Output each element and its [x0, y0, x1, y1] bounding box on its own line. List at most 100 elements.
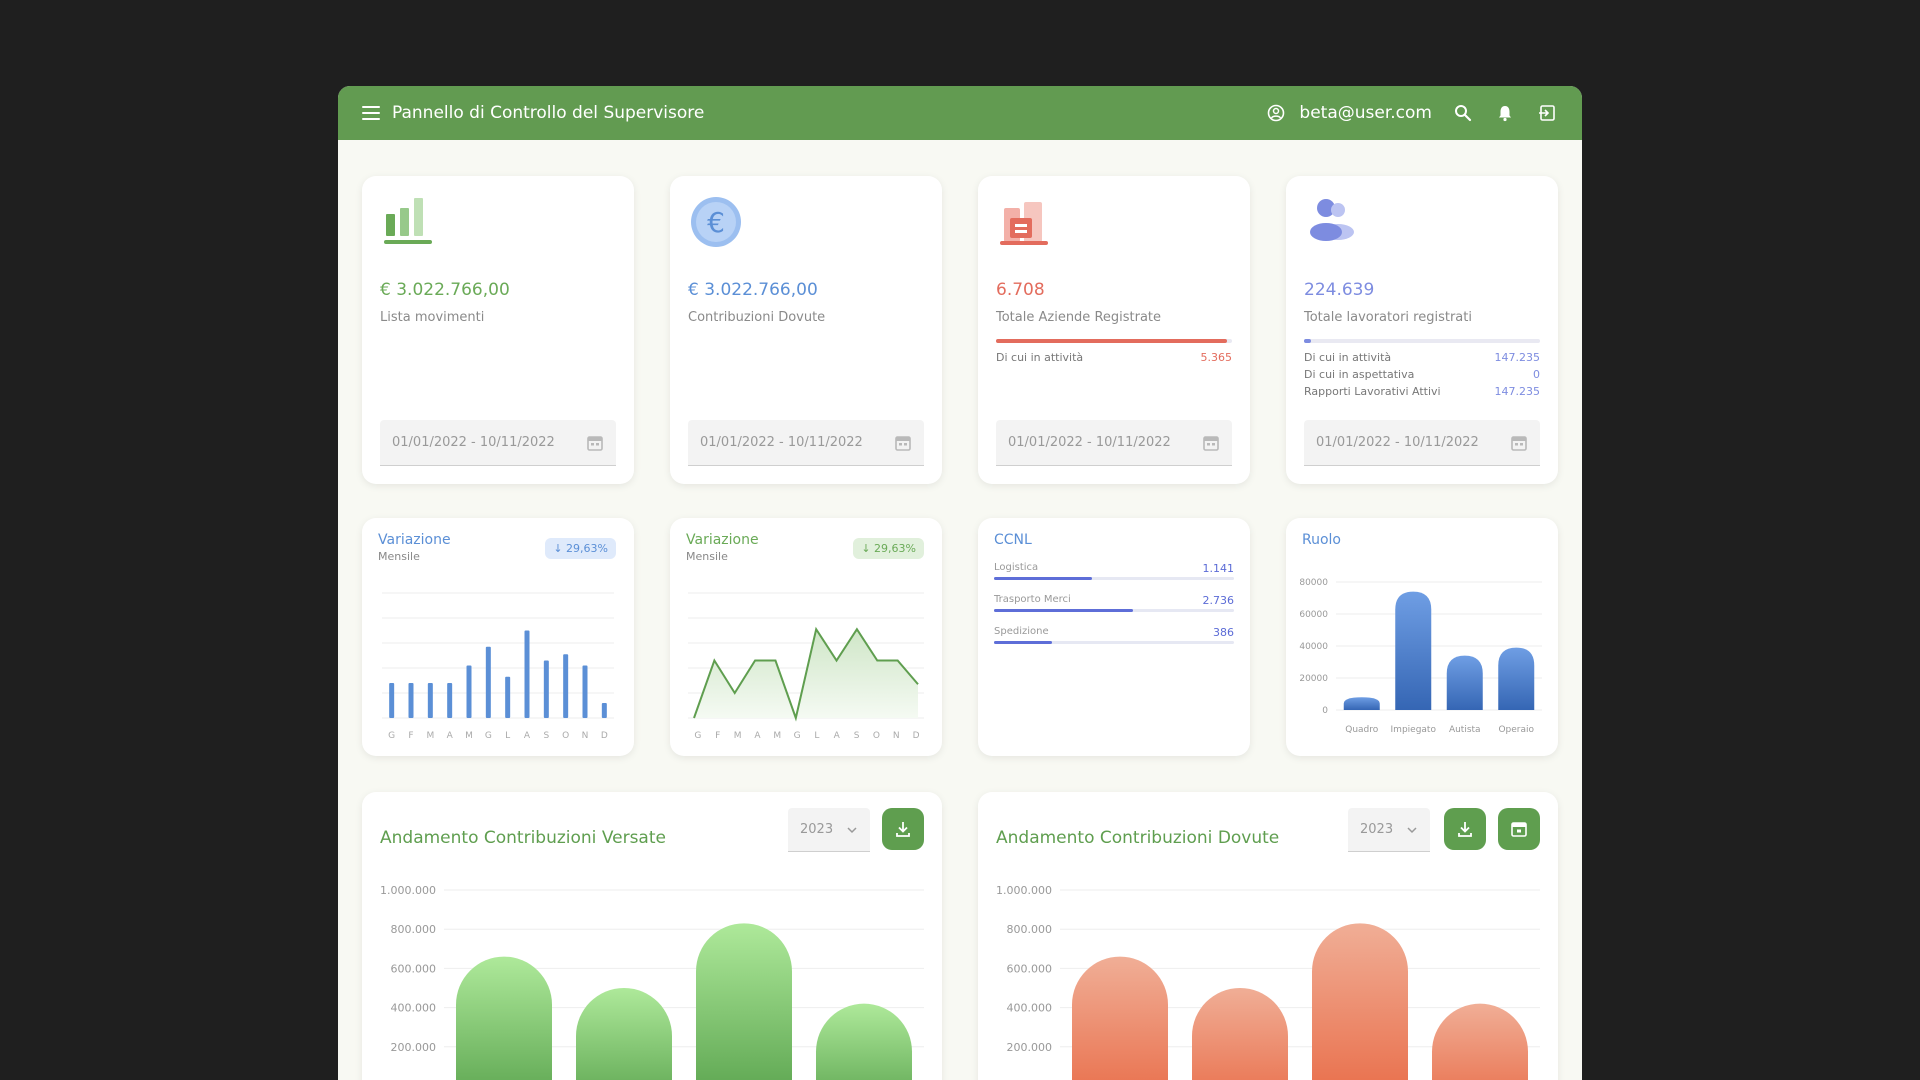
calendar-icon: [1511, 822, 1527, 837]
versate-card: Andamento Contribuzioni Versate 2023 1.0…: [362, 792, 942, 1080]
bar: [1395, 591, 1432, 710]
y-tick-label: 800.000: [391, 923, 437, 936]
date-range-field[interactable]: 01/01/2022 - 10/11/2022: [1304, 420, 1540, 466]
x-tick-label: N: [893, 731, 900, 741]
bar: [466, 665, 472, 718]
kpi-label: Contribuzioni Dovute: [688, 310, 826, 325]
bar: [1498, 647, 1535, 710]
y-tick-label: 600.000: [391, 962, 437, 975]
kpi-label: Lista movimenti: [380, 310, 485, 325]
search-icon[interactable]: [1452, 102, 1474, 124]
kpi-row: Di cui in aspettativa 0: [1304, 368, 1540, 381]
date-range-field[interactable]: 01/01/2022 - 10/11/2022: [996, 420, 1232, 466]
date-range-value: 01/01/2022 - 10/11/2022: [700, 435, 863, 450]
ccnl-value: 2.736: [1202, 594, 1235, 607]
y-tick-label: 1.000.000: [380, 884, 436, 897]
x-tick-label: A: [834, 731, 841, 741]
x-tick-label: M: [426, 731, 434, 741]
ccnl-value: 386: [1213, 626, 1234, 639]
calendar-button[interactable]: [1498, 808, 1540, 850]
x-tick-label: A: [447, 731, 454, 741]
page-title: Pannello di Controllo del Supervisore: [392, 103, 705, 123]
date-range-field[interactable]: 01/01/2022 - 10/11/2022: [688, 420, 924, 466]
y-tick-label: 200.000: [1007, 1041, 1053, 1054]
kpi-label: Totale lavoratori registrati: [1304, 310, 1472, 325]
kpi-value: € 3.022.766,00: [688, 280, 818, 300]
bar: [601, 703, 607, 718]
bar: [582, 665, 588, 718]
kpi-card-contribuzioni: € € 3.022.766,00 Contribuzioni Dovute 01…: [670, 176, 942, 484]
x-tick-label: Quadro: [1345, 725, 1379, 735]
x-tick-label: Operaio: [1498, 725, 1534, 735]
y-tick-label: 400.000: [391, 1002, 437, 1015]
progress-bar: [996, 339, 1232, 343]
variation-badge: ↓ 29,63%: [853, 538, 924, 559]
progress-bar: [1304, 339, 1540, 343]
kpi-card-lavoratori: 224.639 Totale lavoratori registrati Di …: [1286, 176, 1558, 484]
account-circle-icon[interactable]: [1265, 102, 1287, 124]
calendar-icon[interactable]: [586, 434, 604, 452]
download-button[interactable]: [1444, 808, 1486, 850]
bar: [1343, 697, 1380, 710]
bar: [1312, 923, 1408, 1080]
x-tick-label: L: [505, 731, 510, 741]
kpi-card-aziende: 6.708 Totale Aziende Registrate Di cui i…: [978, 176, 1250, 484]
bar: [563, 654, 569, 718]
x-tick-label: A: [524, 731, 531, 741]
calendar-icon[interactable]: [1510, 434, 1528, 452]
bar: [524, 630, 530, 718]
x-tick-label: F: [408, 731, 413, 741]
ccnl-label: Trasporto Merci: [994, 594, 1071, 605]
logout-icon[interactable]: [1536, 102, 1558, 124]
y-tick-label: 60000: [1299, 610, 1328, 620]
x-tick-label: G: [485, 731, 492, 741]
menu-icon[interactable]: [362, 106, 380, 120]
year-select[interactable]: 2023: [1348, 808, 1430, 852]
card-title: Ruolo: [1302, 532, 1341, 548]
download-button[interactable]: [882, 808, 924, 850]
ccnl-item: Spedizione 386: [994, 626, 1234, 644]
x-tick-label: L: [814, 731, 819, 741]
year-select[interactable]: 2023: [788, 808, 870, 852]
ccnl-value: 1.141: [1202, 562, 1235, 575]
date-range-field[interactable]: 01/01/2022 - 10/11/2022: [380, 420, 616, 466]
kpi-value: 6.708: [996, 280, 1045, 300]
bar: [1072, 956, 1168, 1080]
x-tick-label: D: [601, 731, 608, 741]
date-range-value: 01/01/2022 - 10/11/2022: [1316, 435, 1479, 450]
kpi-row: Di cui in attività 147.235: [1304, 351, 1540, 364]
user-email[interactable]: beta@user.com: [1299, 103, 1432, 123]
bar: [1192, 988, 1288, 1080]
bar: [505, 676, 511, 718]
bar: [816, 1003, 912, 1080]
ccnl-item: Logistica 1.141: [994, 562, 1234, 580]
x-tick-label: G: [388, 731, 395, 741]
chevron-down-icon: [847, 826, 857, 833]
download-icon: [896, 822, 910, 837]
kpi-value: 224.639: [1304, 280, 1375, 300]
x-tick-label: M: [465, 731, 473, 741]
calendar-icon[interactable]: [894, 434, 912, 452]
y-tick-label: 400.000: [1007, 1002, 1053, 1015]
bar: [696, 923, 792, 1080]
x-tick-label: D: [913, 731, 920, 741]
dovute-card: Andamento Contribuzioni Dovute 2023 1.00…: [978, 792, 1558, 1080]
y-tick-label: 80000: [1299, 578, 1328, 588]
bar: [485, 646, 491, 718]
building-icon: [1000, 202, 1048, 245]
x-tick-label: M: [734, 731, 742, 741]
x-tick-label: N: [582, 731, 589, 741]
bell-icon[interactable]: [1494, 102, 1516, 124]
y-tick-label: 1.000.000: [996, 884, 1052, 897]
y-tick-label: 600.000: [1007, 962, 1053, 975]
kpi-row: Di cui in attività 5.365: [996, 351, 1232, 364]
bar: [389, 683, 395, 718]
x-tick-label: Impiegato: [1391, 725, 1437, 735]
ccnl-card: CCNL Logistica 1.141 Trasporto Merci 2.736 S…: [978, 518, 1250, 756]
dashboard-window: Pannello di Controllo del Supervisore be…: [338, 86, 1582, 1080]
users-icon: [1310, 199, 1354, 241]
kpi-value: € 3.022.766,00: [380, 280, 510, 300]
calendar-icon[interactable]: [1202, 434, 1220, 452]
ccnl-progress: [994, 641, 1234, 644]
ccnl-progress: [994, 609, 1234, 612]
